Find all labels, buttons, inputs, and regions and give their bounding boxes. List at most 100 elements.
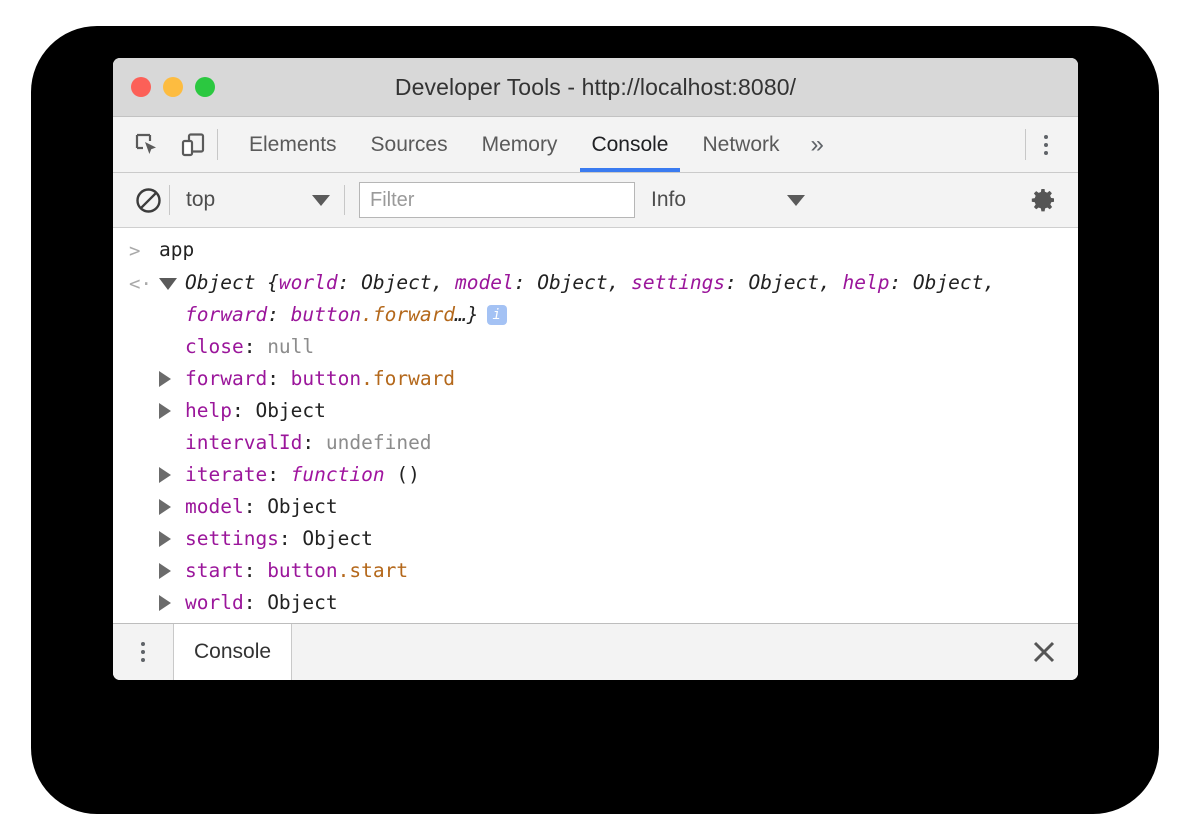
tab-network[interactable]: Network	[686, 117, 797, 172]
object-preview[interactable]: Object {world: Object, model: Object, se…	[185, 267, 1078, 331]
property-name: forward	[185, 367, 267, 390]
property-value: Object	[267, 591, 337, 614]
property-value-suffix: ()	[385, 463, 420, 486]
property-name: model	[185, 495, 244, 518]
property-value: button	[267, 559, 337, 582]
object-property-list: close: nullforward: button.forwardhelp: …	[113, 331, 1078, 623]
property-text: iterate: function ()	[185, 459, 420, 491]
property-text: settings: Object	[185, 523, 373, 555]
preview-token: : Object,	[889, 271, 995, 294]
triangle-right-icon	[159, 563, 171, 579]
property-value: Object	[267, 495, 337, 518]
chevron-down-icon	[312, 195, 330, 206]
console-drawer-bar: Console	[113, 623, 1078, 680]
tabstrip-tool-icons	[113, 117, 217, 172]
tab-memory[interactable]: Memory	[465, 117, 575, 172]
drawer-tab-console[interactable]: Console	[173, 624, 292, 680]
triangle-right-icon	[159, 371, 171, 387]
property-text: world: Object	[185, 587, 338, 619]
preview-token: : Object,	[514, 271, 631, 294]
window-titlebar: Developer Tools - http://localhost:8080/	[113, 58, 1078, 117]
object-property-row[interactable]: __proto__: Object	[113, 619, 1078, 623]
console-filter-toolbar: top Info	[113, 173, 1078, 228]
close-icon[interactable]	[1016, 624, 1072, 680]
object-property-row[interactable]: start: button.start	[113, 555, 1078, 587]
property-name: close	[185, 335, 244, 358]
property-text: model: Object	[185, 491, 338, 523]
property-text: intervalId: undefined	[185, 427, 432, 459]
preview-token: :	[267, 303, 290, 326]
expand-object-toggle[interactable]	[159, 267, 185, 290]
preview-token: settings	[631, 271, 725, 294]
expand-property-toggle[interactable]	[175, 619, 201, 623]
object-property-row[interactable]: close: null	[113, 331, 1078, 363]
object-property-row[interactable]: model: Object	[113, 491, 1078, 523]
object-property-row[interactable]: settings: Object	[113, 523, 1078, 555]
expand-property-toggle[interactable]	[159, 491, 185, 515]
chevron-down-icon	[787, 195, 805, 206]
property-separator: :	[244, 559, 267, 582]
tabstrip-tabs: Elements Sources Memory Console Network …	[218, 117, 1025, 172]
filter-input[interactable]	[359, 182, 635, 218]
console-output[interactable]: > app <· Object {world: Object, model: O…	[113, 228, 1078, 623]
log-level-select[interactable]: Info	[635, 188, 811, 212]
clear-console-icon[interactable]	[127, 179, 169, 221]
device-toolbar-icon[interactable]	[175, 127, 211, 163]
property-value-suffix: .start	[338, 559, 408, 582]
property-name: iterate	[185, 463, 267, 486]
console-prompt-icon: >	[129, 234, 159, 267]
tabstrip-right-group	[1026, 117, 1078, 172]
tab-elements[interactable]: Elements	[232, 117, 354, 172]
preview-token: model	[455, 271, 514, 294]
object-property-row[interactable]: world: Object	[113, 587, 1078, 619]
property-text: help: Object	[185, 395, 326, 427]
property-separator: :	[267, 367, 290, 390]
object-property-row[interactable]: forward: button.forward	[113, 363, 1078, 395]
property-text: forward: button.forward	[185, 363, 455, 395]
property-name: start	[185, 559, 244, 582]
expand-property-toggle[interactable]	[159, 459, 185, 483]
property-separator: :	[302, 431, 325, 454]
console-input-line: > app	[113, 228, 1078, 267]
property-name: settings	[185, 527, 279, 550]
kebab-menu-icon[interactable]	[1026, 125, 1066, 165]
triangle-right-icon	[159, 403, 171, 419]
tab-console[interactable]: Console	[574, 117, 685, 172]
drawer-spacer	[292, 624, 1016, 680]
property-separator: :	[279, 527, 302, 550]
expand-property-toggle[interactable]	[159, 555, 185, 579]
expand-property-toggle[interactable]	[159, 363, 185, 387]
property-text: __proto__: Object	[201, 619, 401, 623]
window-maximize-button[interactable]	[195, 77, 215, 97]
window-close-button[interactable]	[131, 77, 151, 97]
expand-property-toggle[interactable]	[159, 523, 185, 547]
more-tabs-icon[interactable]: »	[797, 117, 838, 172]
preview-token: : Object,	[338, 271, 455, 294]
gear-icon[interactable]	[1022, 179, 1064, 221]
expand-property-toggle[interactable]	[159, 587, 185, 611]
property-value: undefined	[326, 431, 432, 454]
preview-token: help	[842, 271, 889, 294]
info-badge[interactable]: i	[487, 305, 507, 325]
preview-token: …}	[455, 303, 478, 326]
property-text: close: null	[185, 331, 314, 363]
inspect-element-icon[interactable]	[129, 127, 165, 163]
object-property-row[interactable]: intervalId: undefined	[113, 427, 1078, 459]
object-property-row[interactable]: help: Object	[113, 395, 1078, 427]
tab-sources[interactable]: Sources	[354, 117, 465, 172]
preview-token: button	[291, 303, 361, 326]
log-level-value: Info	[651, 188, 777, 212]
property-value-suffix: .forward	[361, 367, 455, 390]
triangle-right-icon	[159, 531, 171, 547]
execution-context-select[interactable]: top	[170, 188, 344, 212]
devtools-window: Developer Tools - http://localhost:8080/…	[113, 58, 1078, 680]
expand-property-toggle[interactable]	[159, 395, 185, 419]
object-property-row[interactable]: iterate: function ()	[113, 459, 1078, 491]
property-value: function	[291, 463, 385, 486]
preview-token: forward	[185, 303, 267, 326]
window-minimize-button[interactable]	[163, 77, 183, 97]
property-separator: :	[244, 335, 267, 358]
triangle-right-icon	[159, 467, 171, 483]
drawer-kebab-menu-icon[interactable]	[113, 624, 173, 680]
execution-context-value: top	[186, 188, 302, 212]
